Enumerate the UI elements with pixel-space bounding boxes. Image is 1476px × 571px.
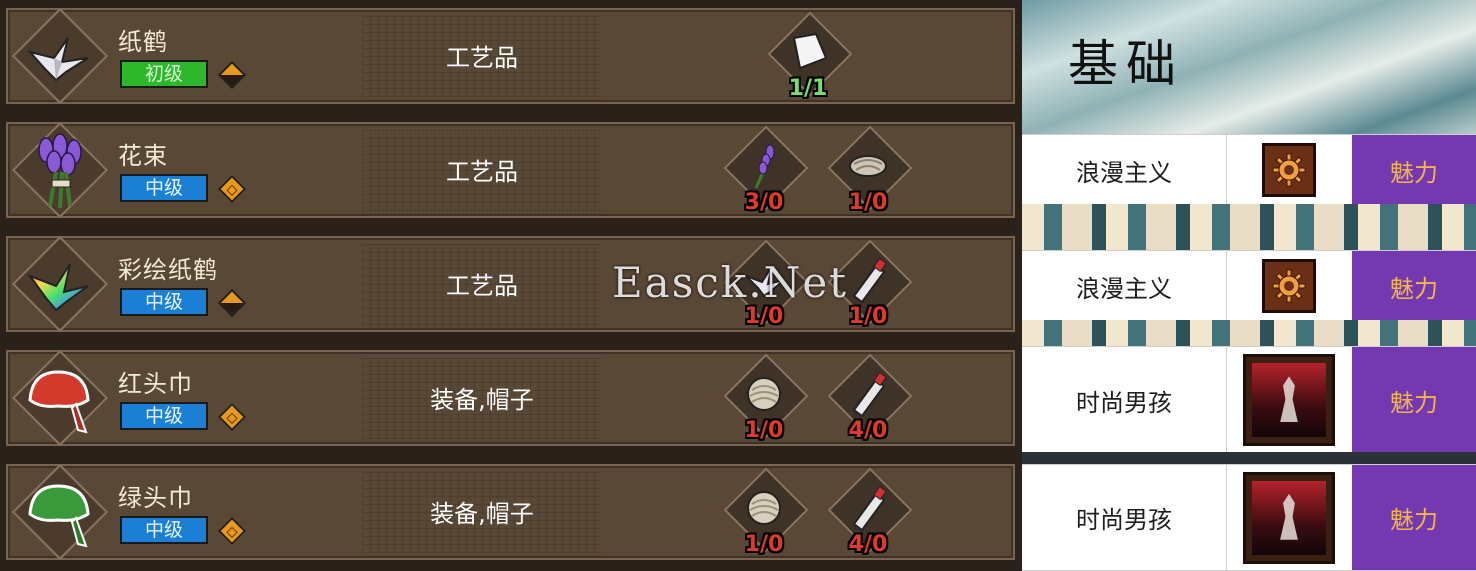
- rainbow-crane-icon: [27, 263, 89, 312]
- paint-tube-icon: [852, 485, 887, 532]
- material-count: 1/0: [848, 304, 888, 329]
- trait-icon-cell: [1227, 347, 1351, 453]
- item-category: 装备,帽子: [430, 386, 534, 414]
- paper-sheet-icon: [792, 32, 828, 70]
- paper-crane-icon: [745, 265, 785, 298]
- tier-badge: 中级: [120, 288, 208, 316]
- trait-icon-cell: [1227, 251, 1351, 321]
- green-bandana-icon: [28, 484, 90, 548]
- craft-row[interactable]: 彩绘纸鹤 中级 工艺品 1/0 1/0: [6, 235, 1015, 333]
- split-diamond-icon: [217, 288, 247, 318]
- wiki-panel: 基础 浪漫主义 魅力 浪漫主义 魅力 时尚男孩 魅力 时尚男孩 魅力: [1022, 0, 1476, 571]
- material-count: 4/0: [848, 418, 888, 443]
- material-count: 3/0: [744, 190, 784, 215]
- material-slot[interactable]: 3/0: [723, 125, 809, 215]
- trait-name: 时尚男孩: [1022, 347, 1227, 453]
- tier-badge: 中级: [120, 174, 208, 202]
- material-slot[interactable]: 1/1: [767, 11, 853, 101]
- decorative-strip: [1022, 452, 1476, 464]
- craft-row[interactable]: 纸鹤 初级 工艺品 1/1: [6, 7, 1015, 105]
- tier-badge: 中级: [120, 516, 208, 544]
- item-name: 彩绘纸鹤: [118, 256, 218, 284]
- tier-badge: 中级: [120, 402, 208, 430]
- craft-row[interactable]: 红头巾 中级 装备,帽子 1/0 4/0: [6, 349, 1015, 447]
- stat-label: 魅力: [1352, 251, 1476, 321]
- gear-badge-icon: [1262, 143, 1316, 197]
- material-slot[interactable]: 1/0: [723, 239, 809, 329]
- trait-row[interactable]: 浪漫主义 魅力: [1022, 250, 1476, 322]
- rope-bundle-icon: [849, 155, 887, 177]
- stat-label: 魅力: [1352, 347, 1476, 453]
- stat-label: 魅力: [1352, 465, 1476, 570]
- gear-badge-icon: [1262, 259, 1316, 313]
- paint-tube-icon: [852, 371, 887, 418]
- item-category: 工艺品: [446, 272, 518, 300]
- paper-crane-icon: [27, 37, 89, 82]
- material-slot[interactable]: 1/0: [827, 239, 913, 329]
- trait-name: 浪漫主义: [1022, 135, 1227, 205]
- stat-label: 魅力: [1352, 135, 1476, 205]
- header-banner: 基础: [1022, 0, 1476, 134]
- lavender-bouquet-icon: [38, 133, 82, 209]
- crafting-list: 纸鹤 初级 工艺品 1/1 花束 中级 工艺品 3/0 1/0 彩绘纸鹤 中级 …: [0, 0, 1022, 569]
- material-slot[interactable]: 4/0: [827, 353, 913, 443]
- decorative-strip: [1022, 320, 1476, 346]
- tier-badge: 初级: [120, 60, 208, 88]
- material-count: 4/0: [848, 532, 888, 557]
- material-count: 1/0: [744, 304, 784, 329]
- item-name: 绿头巾: [118, 484, 193, 512]
- split-diamond-icon: [217, 60, 247, 90]
- material-count: 1/1: [788, 76, 828, 101]
- material-count: 1/0: [744, 532, 784, 557]
- red-bandana-icon: [28, 370, 90, 434]
- lavender-sprig-icon: [754, 144, 775, 189]
- orange-diamond-icon: [217, 174, 247, 204]
- trait-name: 时尚男孩: [1022, 465, 1227, 570]
- material-count: 1/0: [848, 190, 888, 215]
- cloth-roll-icon: [747, 491, 781, 525]
- trait-icon-cell: [1227, 465, 1351, 570]
- item-category: 工艺品: [446, 44, 518, 72]
- item-category: 装备,帽子: [430, 500, 534, 528]
- cloth-roll-icon: [747, 377, 781, 411]
- section-title: 基础: [1068, 35, 1184, 93]
- orange-diamond-icon: [217, 402, 247, 432]
- trait-row[interactable]: 时尚男孩 魅力: [1022, 464, 1476, 571]
- item-name: 红头巾: [118, 370, 193, 398]
- poster-portrait-icon: [1243, 354, 1335, 446]
- trait-name: 浪漫主义: [1022, 251, 1227, 321]
- item-category: 工艺品: [446, 158, 518, 186]
- material-slot[interactable]: 1/0: [723, 353, 809, 443]
- material-slot[interactable]: 1/0: [723, 467, 809, 557]
- item-name: 花束: [118, 142, 168, 170]
- craft-row[interactable]: 绿头巾 中级 装备,帽子 1/0 4/0: [6, 463, 1015, 561]
- trait-icon-cell: [1227, 135, 1351, 205]
- material-slot[interactable]: 1/0: [827, 125, 913, 215]
- material-slot[interactable]: 4/0: [827, 467, 913, 557]
- poster-portrait-icon: [1243, 471, 1335, 564]
- material-count: 1/0: [744, 418, 784, 443]
- decorative-strip: [1022, 204, 1476, 250]
- orange-diamond-icon: [217, 516, 247, 546]
- trait-row[interactable]: 时尚男孩 魅力: [1022, 346, 1476, 454]
- craft-row[interactable]: 花束 中级 工艺品 3/0 1/0: [6, 121, 1015, 219]
- item-name: 纸鹤: [118, 28, 168, 56]
- trait-row[interactable]: 浪漫主义 魅力: [1022, 134, 1476, 206]
- paint-tube-icon: [852, 257, 887, 304]
